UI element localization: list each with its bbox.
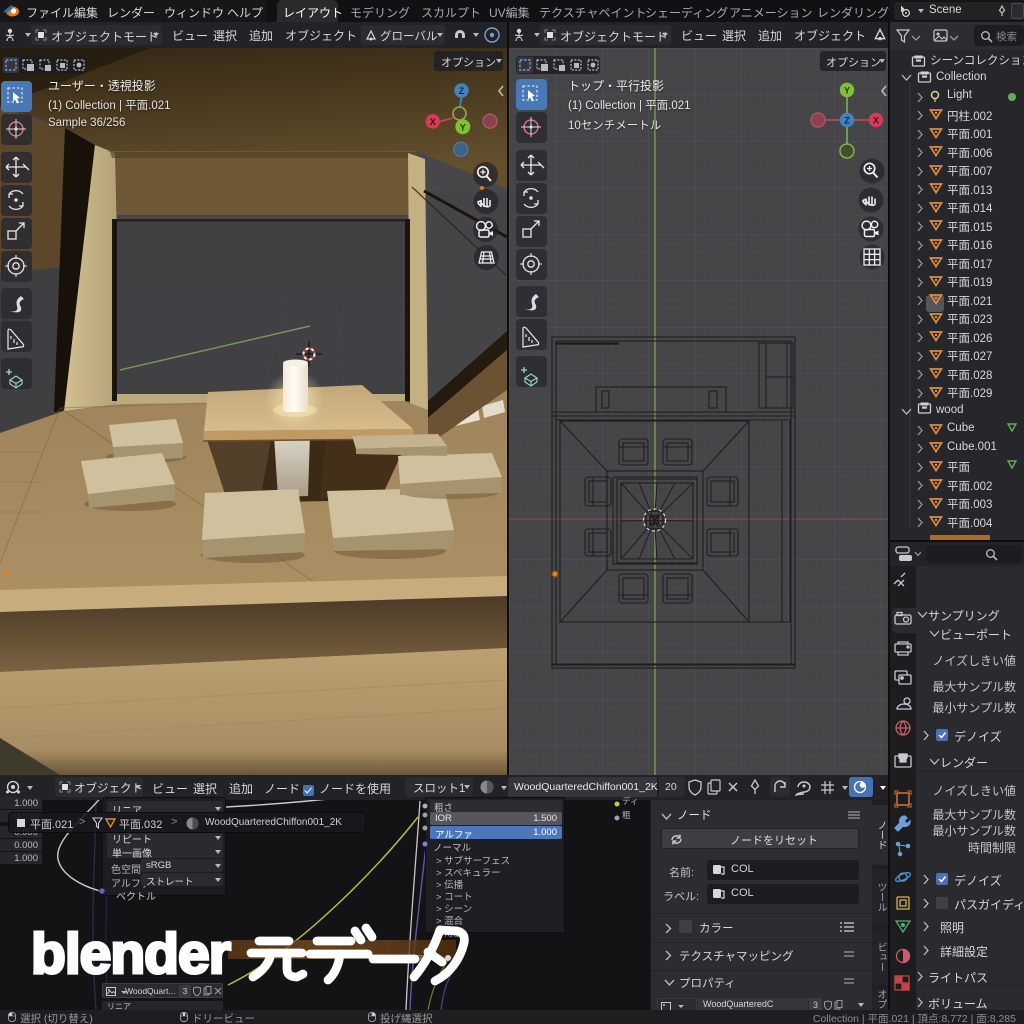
svg-text:Y: Y <box>460 122 466 132</box>
svg-text:Z: Z <box>844 116 850 126</box>
svg-text:X: X <box>873 116 879 126</box>
svg-text:Z: Z <box>459 86 465 96</box>
svg-text:Y: Y <box>844 86 850 96</box>
svg-text:X: X <box>430 117 436 127</box>
